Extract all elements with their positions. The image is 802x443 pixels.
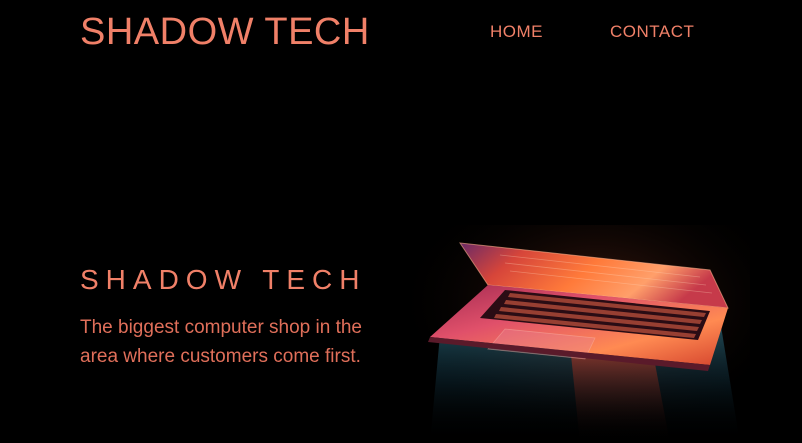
nav-home-link[interactable]: HOME (490, 20, 610, 44)
site-logo[interactable]: SHADOW TECH (80, 8, 370, 56)
laptop-image (410, 225, 750, 443)
nav-contact-link[interactable]: CONTACT (610, 20, 694, 44)
hero-title: SHADOW TECH (80, 264, 367, 295)
main-nav: HOME CONTACT (490, 20, 694, 44)
hero-description: The biggest computer shop in the area wh… (80, 317, 363, 367)
